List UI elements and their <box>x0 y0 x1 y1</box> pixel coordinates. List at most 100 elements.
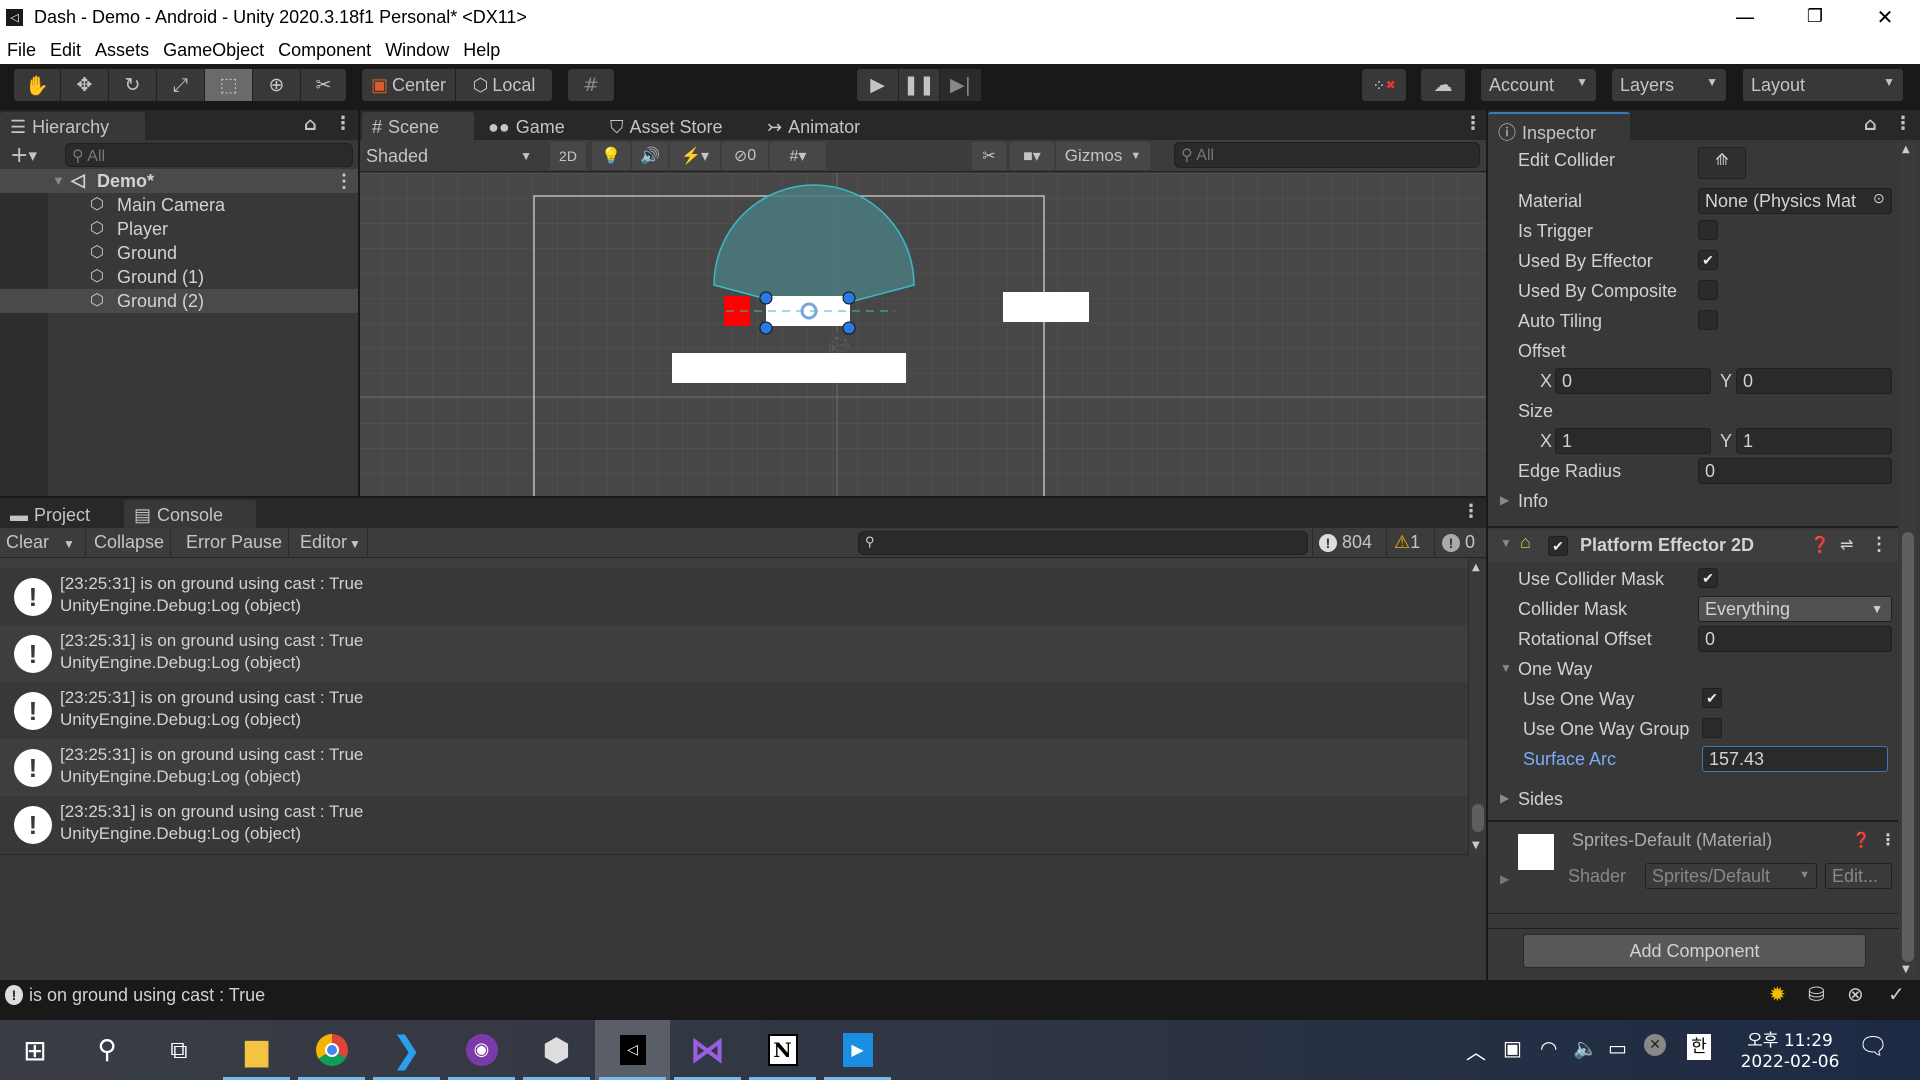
tools-icon[interactable]: ✂ <box>972 142 1006 170</box>
expand-triangle-icon[interactable]: ▼ <box>52 173 65 188</box>
error-pause-button[interactable]: Error Pause <box>180 528 290 558</box>
rotate-tool-icon[interactable]: ↻ <box>109 69 157 101</box>
surface-arc-field[interactable]: 157.43 <box>1702 746 1888 772</box>
edit-collider-button[interactable]: ⟰ <box>1698 147 1746 179</box>
lock-icon[interactable]: ⌂ <box>304 114 317 135</box>
camera-in-use-icon[interactable]: ▣ <box>1503 1036 1522 1060</box>
clear-button[interactable]: Clear ▼ <box>0 528 86 558</box>
console-search-input[interactable]: ⚲ <box>858 531 1308 555</box>
show-hidden-icons-chevron[interactable]: ︿ <box>1466 1036 1486 1065</box>
progress-check-icon[interactable]: ✓ <box>1888 982 1905 1007</box>
tab-game[interactable]: ●● Game <box>478 112 575 140</box>
warning-filter-toggle[interactable]: ⚠1 <box>1388 528 1435 558</box>
ground-1-sprite[interactable] <box>1003 292 1089 322</box>
account-dropdown[interactable]: Account ▼ <box>1481 69 1596 101</box>
hierarchy-item-selected[interactable]: ⬡ Ground (2) <box>0 289 358 313</box>
step-icon[interactable]: ▶| <box>940 69 981 101</box>
object-picker-icon[interactable]: ⊙ <box>1873 190 1885 207</box>
effector-enabled-checkbox[interactable]: ✔ <box>1548 536 1568 556</box>
taskbar-notion[interactable]: N <box>745 1020 820 1080</box>
play-icon[interactable]: ▶ <box>857 69 899 101</box>
help-icon[interactable]: ❓ <box>1852 831 1871 849</box>
offset-x-field[interactable]: 0 <box>1555 368 1711 394</box>
help-icon[interactable]: ❓ <box>1810 535 1830 555</box>
rect-handle-bl[interactable] <box>759 321 773 335</box>
effects-dropdown-icon[interactable]: ⚡▾ <box>670 142 720 170</box>
collapse-button[interactable]: Collapse <box>88 528 172 558</box>
move-tool-icon[interactable]: ✥ <box>61 69 109 101</box>
rect-handle-tr[interactable] <box>842 291 856 305</box>
shading-mode-dropdown[interactable]: Shaded ▼ <box>360 142 540 170</box>
scroll-up-arrow-icon[interactable]: ▲ <box>1902 144 1910 155</box>
gizmos-dropdown[interactable]: Gizmos ▼ <box>1056 142 1150 170</box>
scrollbar-thumb[interactable] <box>1472 804 1484 832</box>
console-scrollbar[interactable]: ▲ ▼ <box>1468 560 1486 856</box>
minimize-button[interactable]: — <box>1710 0 1780 36</box>
custom-tool-icon[interactable]: ✂ <box>301 69 346 101</box>
taskbar-chrome[interactable] <box>294 1020 369 1080</box>
scale-tool-icon[interactable]: ⤢ <box>157 69 205 101</box>
shader-edit-button[interactable]: Edit... <box>1825 863 1892 889</box>
task-view-button[interactable]: ⧉ <box>144 1020 214 1080</box>
scene-viewport[interactable]: 🎥 <box>360 173 1486 496</box>
foldout-right-icon[interactable]: ▶ <box>1500 872 1509 886</box>
2d-toggle[interactable]: 2D <box>550 142 586 170</box>
camera-dropdown-icon[interactable]: ■▾ <box>1010 142 1054 170</box>
notifications-icon[interactable]: 🗨 <box>1858 1032 1888 1060</box>
clock-time[interactable]: 오후 11:29 <box>1738 1026 1842 1051</box>
used-by-composite-checkbox[interactable] <box>1698 280 1718 300</box>
taskbar-unity-hub[interactable]: ⬢ <box>519 1020 594 1080</box>
edge-radius-field[interactable]: 0 <box>1698 458 1892 484</box>
menu-gameobject[interactable]: GameObject <box>156 36 271 61</box>
hierarchy-item[interactable]: ⬡ Main Camera <box>48 193 358 217</box>
menu-assets[interactable]: Assets <box>88 36 156 61</box>
size-y-field[interactable]: 1 <box>1736 428 1892 454</box>
kebab-menu-icon[interactable]: ⋮ <box>1894 113 1912 134</box>
tab-project[interactable]: ▬ Project <box>0 500 100 528</box>
taskbar-vscode[interactable]: ❯ <box>369 1020 444 1080</box>
scene-kebab-icon[interactable]: ⋮ <box>335 171 353 192</box>
console-log-entry[interactable]: ! [23:25:31] is on ground using cast : Tr… <box>0 568 1468 625</box>
pause-icon[interactable]: ❚❚ <box>899 69 940 101</box>
audio-toggle-icon[interactable]: 🔊 <box>632 142 668 170</box>
tab-asset-store[interactable]: ⛉ Asset Store <box>600 112 733 140</box>
hand-tool-icon[interactable]: ✋ <box>14 69 61 101</box>
rect-tool-icon[interactable]: ⬚ <box>205 69 253 101</box>
add-component-button[interactable]: Add Component <box>1523 934 1866 968</box>
pivot-local-button[interactable]: ⬡ Local <box>456 69 552 101</box>
maximize-button[interactable]: ❐ <box>1780 0 1850 36</box>
material-kebab-icon[interactable]: ⋮ <box>1880 830 1896 849</box>
taskbar-github-desktop[interactable]: ◉ <box>444 1020 519 1080</box>
ime-indicator[interactable]: 한 <box>1687 1034 1711 1060</box>
menu-help[interactable]: Help <box>456 36 507 61</box>
start-button[interactable]: ⊞ <box>0 1020 70 1080</box>
collider-mask-dropdown[interactable]: Everything ▼ <box>1698 596 1892 622</box>
kebab-menu-icon[interactable]: ⋮ <box>334 113 352 134</box>
menu-edit[interactable]: Edit <box>43 36 88 61</box>
hierarchy-search-input[interactable]: ⚲ All <box>65 143 353 167</box>
tab-inspector[interactable]: ⓘ Inspector <box>1488 112 1630 143</box>
error-filter-toggle[interactable]: ! 0 <box>1436 528 1486 558</box>
cloud-button[interactable]: ☁ <box>1421 69 1465 101</box>
kebab-menu-icon[interactable]: ⋮ <box>1464 113 1482 134</box>
taskbar-file-explorer[interactable]: ▆ <box>219 1020 294 1080</box>
status-message[interactable]: is on ground using cast : True <box>29 985 265 1006</box>
menu-file[interactable]: File <box>0 36 43 61</box>
platform-effector-header[interactable]: ▼ ⌂ ✔ Platform Effector 2D ❓ ⇌ ⋮ <box>1488 530 1898 562</box>
grid-dropdown-icon[interactable]: #▾ <box>770 142 826 170</box>
lock-icon[interactable]: ⌂ <box>1864 114 1877 135</box>
scene-root-row[interactable]: ▼ ◁ Demo* ⋮ <box>0 169 358 193</box>
taskbar-unity[interactable]: ◁ <box>595 1020 670 1080</box>
sides-foldout[interactable]: ▶ Sides <box>1488 786 1898 814</box>
clock-date[interactable]: 2022-02-06 <box>1732 1052 1848 1072</box>
pivot-center-button[interactable]: ▣ Center <box>362 69 456 101</box>
component-kebab-icon[interactable]: ⋮ <box>1870 534 1888 555</box>
tab-console[interactable]: ▤ Console <box>124 500 256 528</box>
tab-hierarchy[interactable]: ☰ Hierarchy <box>0 112 145 140</box>
menu-window[interactable]: Window <box>378 36 456 61</box>
scene-visibility-toggle[interactable]: ⊘ 0 <box>722 142 768 170</box>
foldout-down-icon[interactable]: ▼ <box>1500 536 1512 550</box>
material-field[interactable]: None (Physics Mat <box>1698 188 1892 214</box>
search-button[interactable]: ⚲ <box>72 1020 142 1080</box>
info-foldout[interactable]: ▶ Info <box>1488 488 1898 516</box>
